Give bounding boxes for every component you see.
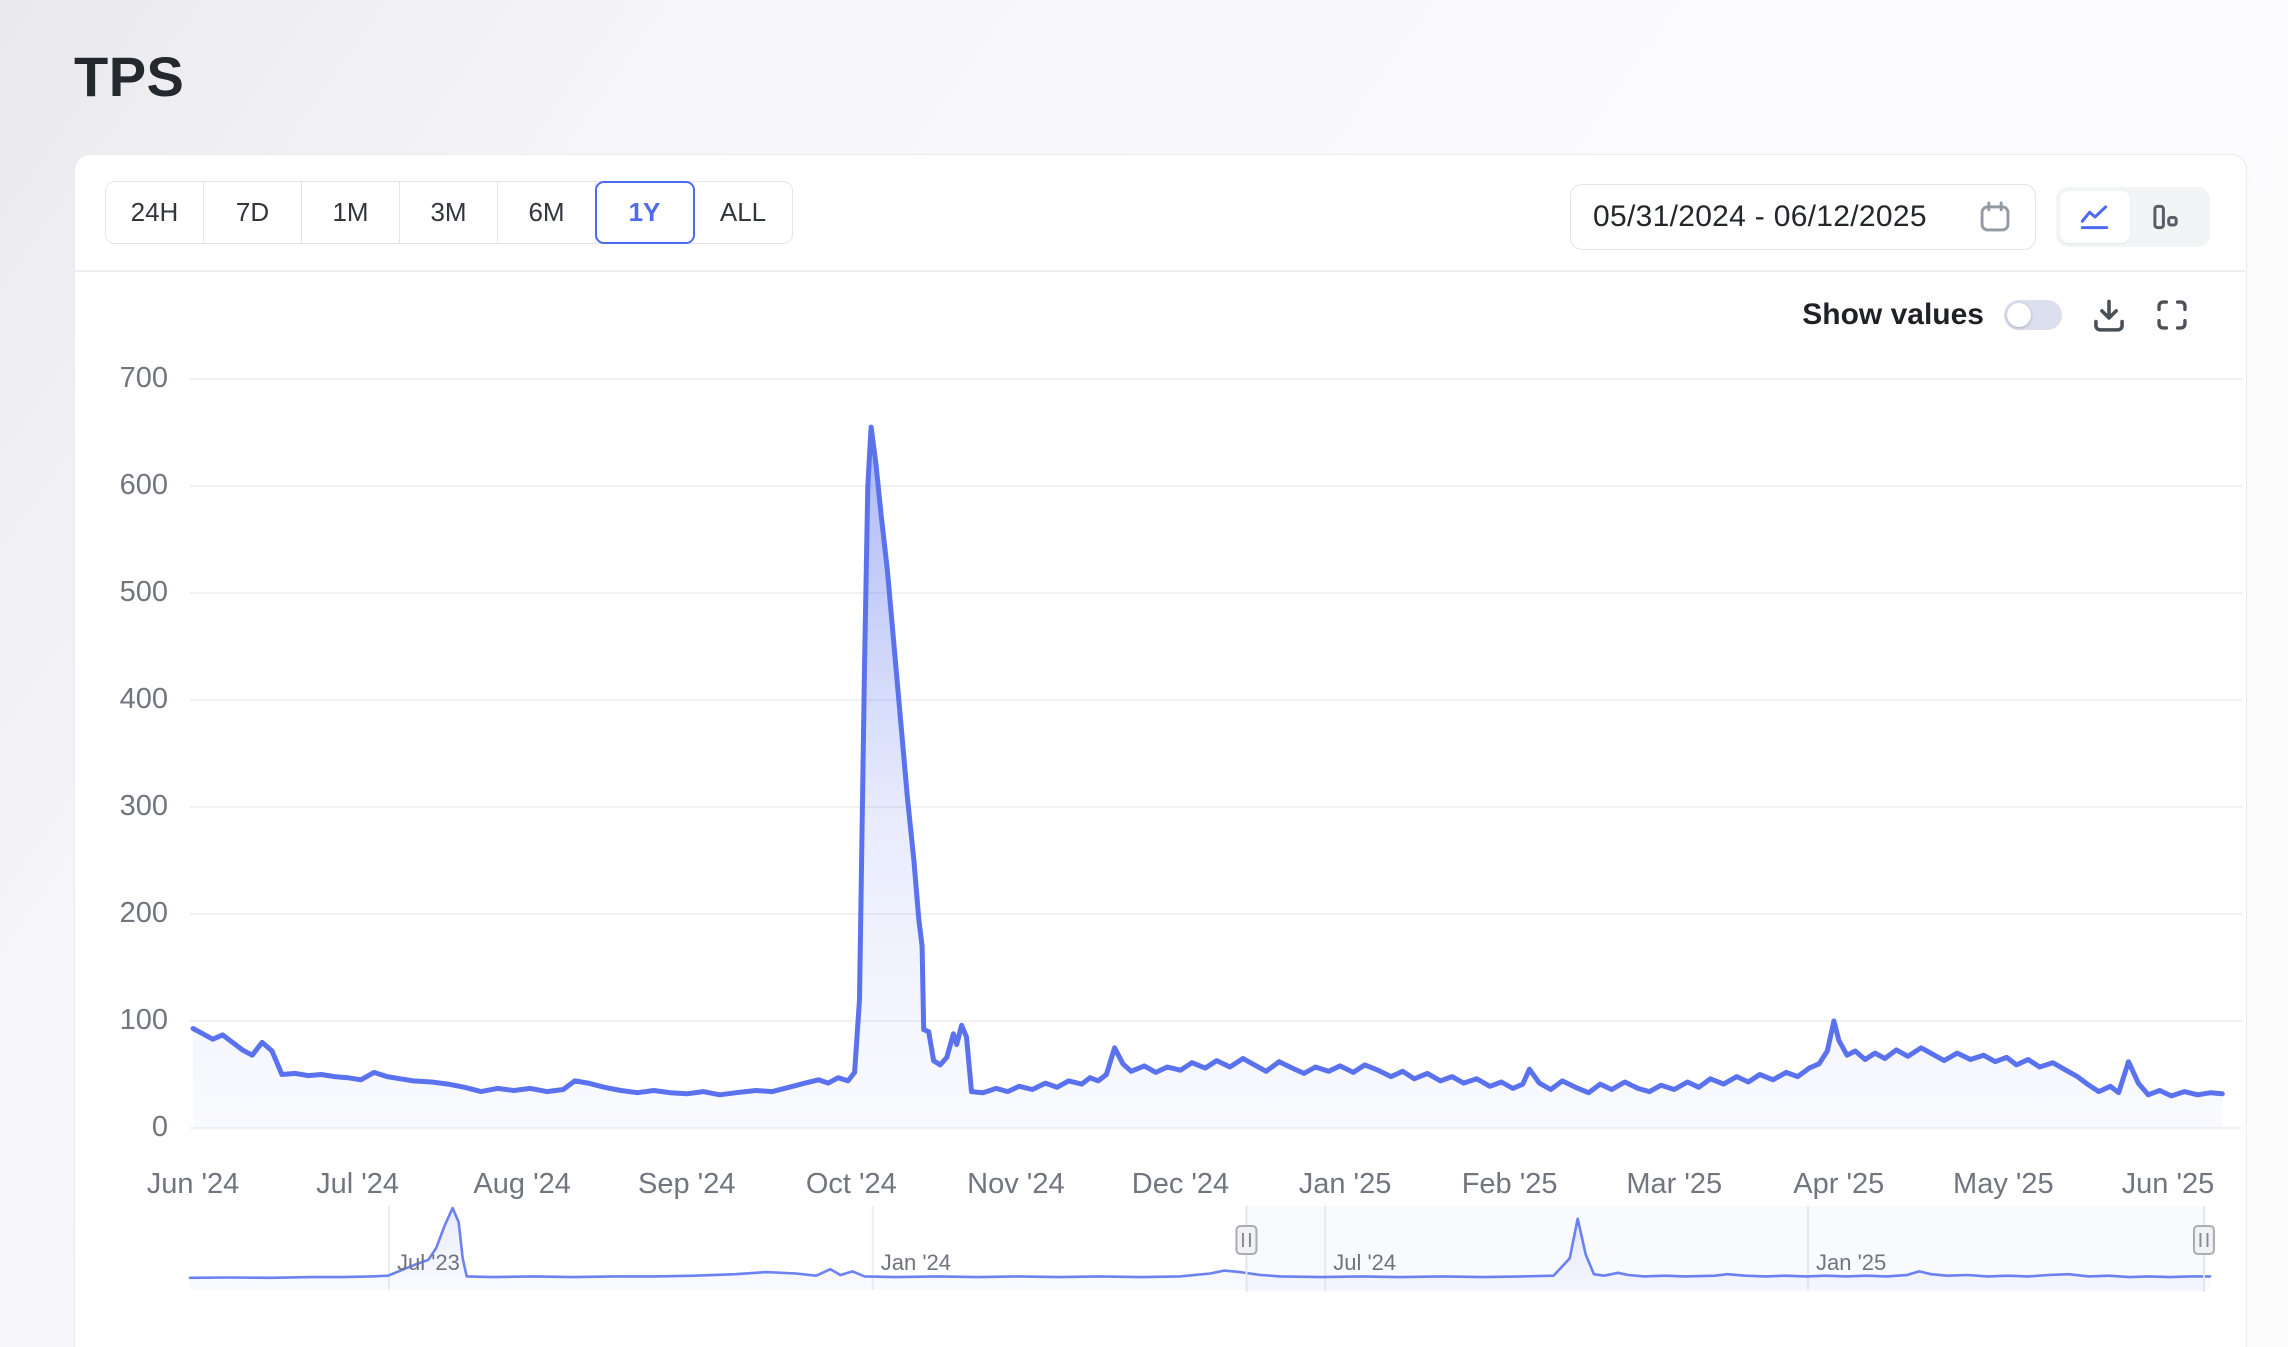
x-tick-label: Dec '24 [1088, 1168, 1272, 1201]
y-tick-label: 500 [36, 576, 168, 609]
fullscreen-icon [2154, 297, 2190, 333]
range-button-6m[interactable]: 6M [498, 182, 596, 243]
y-tick-label: 200 [36, 897, 168, 930]
x-tick-label: Jan '25 [1253, 1168, 1437, 1201]
x-tick-label: May '25 [1911, 1168, 2095, 1201]
x-tick-label: Feb '25 [1418, 1168, 1602, 1201]
main-chart-plot-area[interactable] [190, 370, 2242, 1128]
navigator-tick-label: Jul '23 [397, 1250, 460, 1276]
y-tick-label: 700 [36, 362, 168, 395]
range-button-1y[interactable]: 1Y [596, 182, 694, 243]
x-tick-label: Jun '24 [101, 1168, 285, 1201]
bar-chart-type-button[interactable] [2130, 191, 2200, 243]
range-button-3m[interactable]: 3M [400, 182, 498, 243]
date-range-picker[interactable]: 05/31/2024 - 06/12/2025 [1570, 184, 2036, 250]
x-tick-label: Jul '24 [266, 1168, 450, 1201]
calendar-icon [1977, 199, 2013, 235]
toggle-knob [2007, 303, 2031, 327]
range-button-all[interactable]: ALL [694, 182, 792, 243]
show-values-toggle[interactable] [2004, 300, 2062, 330]
date-range-value: 05/31/2024 - 06/12/2025 [1593, 200, 1927, 234]
line-chart-type-button[interactable] [2060, 191, 2130, 243]
time-range-group: 24H7D1M3M6M1YALL [105, 181, 793, 244]
fullscreen-button[interactable] [2154, 297, 2190, 333]
y-tick-label: 400 [36, 683, 168, 716]
x-tick-label: Mar '25 [1582, 1168, 1766, 1201]
x-tick-label: Sep '24 [595, 1168, 779, 1201]
brush-selected-range[interactable] [1246, 1206, 2203, 1292]
x-tick-label: Apr '25 [1747, 1168, 1931, 1201]
x-tick-label: Oct '24 [759, 1168, 943, 1201]
x-tick-label: Nov '24 [924, 1168, 1108, 1201]
y-tick-label: 600 [36, 469, 168, 502]
navigator-tick-label: Jan '24 [881, 1250, 951, 1276]
page-title: TPS [74, 44, 184, 109]
main-chart[interactable] [190, 370, 2242, 1128]
show-values-label: Show values [1802, 298, 1984, 332]
x-tick-label: Aug '24 [430, 1168, 614, 1201]
download-icon [2090, 296, 2128, 334]
line-chart-icon [2078, 200, 2112, 234]
y-tick-label: 0 [36, 1111, 168, 1144]
range-button-7d[interactable]: 7D [204, 182, 302, 243]
chart-type-toggle [2056, 187, 2210, 247]
navigator-tick-label: Jul '24 [1333, 1250, 1396, 1276]
navigator-brush[interactable] [1236, 1206, 2213, 1292]
page: TPS 24H7D1M3M6M1YALL 05/31/2024 - 06/12/… [0, 0, 2288, 1347]
download-button[interactable] [2090, 296, 2128, 334]
y-tick-label: 300 [36, 790, 168, 823]
bar-chart-icon [2148, 200, 2182, 234]
toolbar-divider [75, 270, 2245, 272]
brush-handle-right[interactable] [2194, 1226, 2214, 1254]
range-button-24h[interactable]: 24H [106, 182, 204, 243]
y-tick-label: 100 [36, 1004, 168, 1037]
x-tick-label: Jun '25 [2076, 1168, 2260, 1201]
chart-header-controls: Show values [1802, 293, 2190, 337]
navigator-tick-label: Jan '25 [1816, 1250, 1886, 1276]
brush-handle-left[interactable] [1236, 1226, 1256, 1254]
range-button-1m[interactable]: 1M [302, 182, 400, 243]
